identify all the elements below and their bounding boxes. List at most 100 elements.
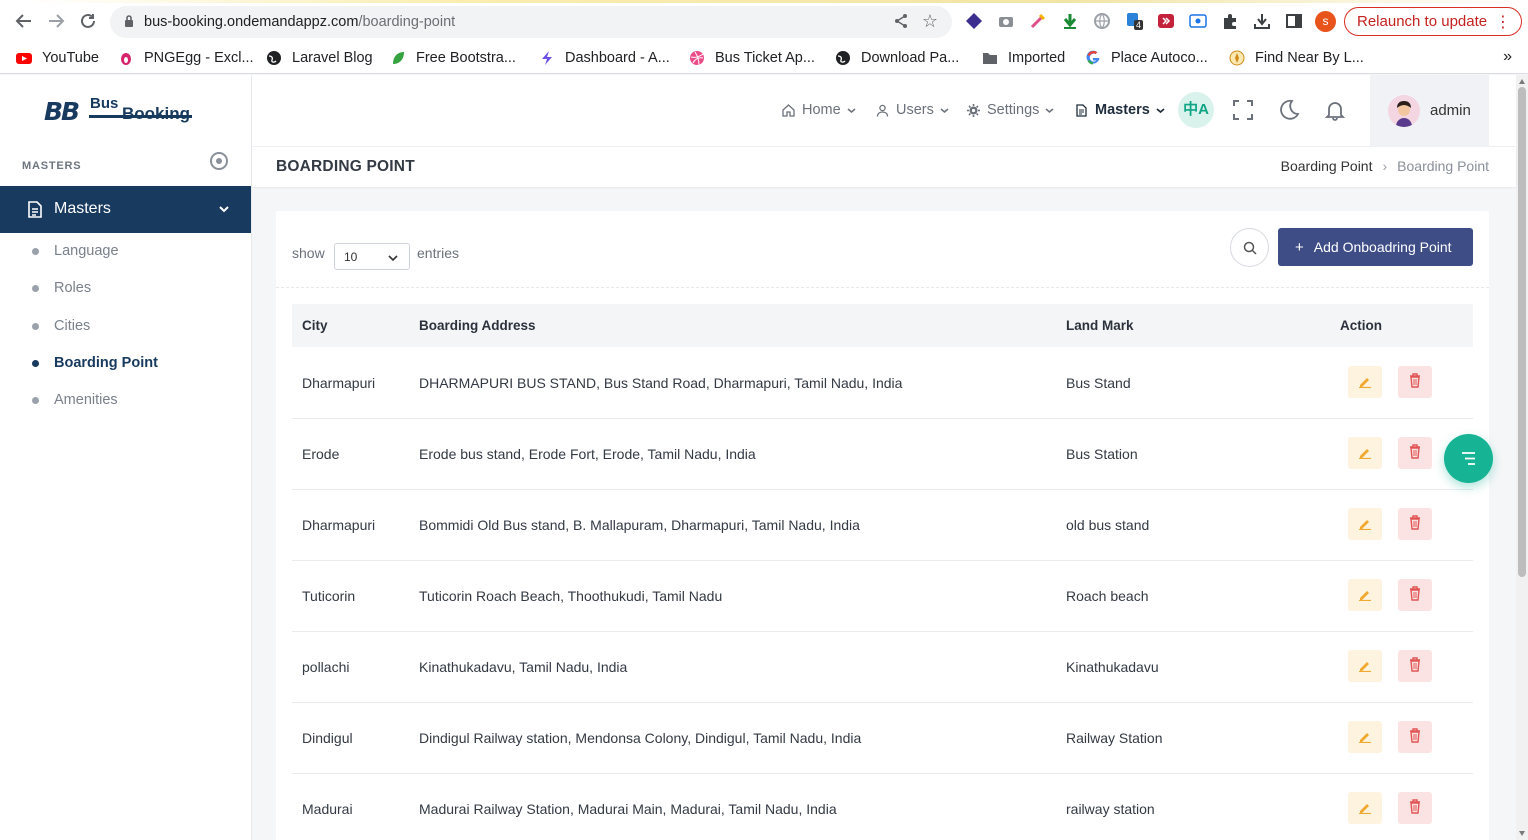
nav-home[interactable]: Home xyxy=(782,102,856,118)
app-logo[interactable]: BB Bus Booking xyxy=(44,95,194,129)
color-picker-icon[interactable] xyxy=(1029,12,1047,30)
pencil-icon xyxy=(1359,804,1371,814)
more-bookmarks-chevron-icon[interactable]: » xyxy=(1503,48,1512,66)
bookmark-bus-ticket[interactable]: Bus Ticket Ap... xyxy=(689,48,815,68)
back-arrow-icon[interactable] xyxy=(12,9,36,33)
cell-city: Dindigul xyxy=(302,730,353,746)
search-button[interactable] xyxy=(1230,228,1269,267)
column-header-city[interactable]: City xyxy=(302,318,328,333)
sidebar-collapse-toggle-icon[interactable] xyxy=(210,152,228,170)
document-icon xyxy=(1076,103,1087,117)
bookmark-label: Laravel Blog xyxy=(292,50,373,66)
cell-city: Dharmapuri xyxy=(302,375,376,391)
relaunch-button[interactable]: Relaunch to update ⋮ xyxy=(1344,7,1522,36)
edit-button[interactable] xyxy=(1348,721,1382,753)
edit-button[interactable] xyxy=(1348,650,1382,682)
url-host: bus-booking.ondemandappz.com xyxy=(144,14,359,30)
delete-button[interactable] xyxy=(1398,792,1432,824)
sidebar-item-cities[interactable]: Cities xyxy=(0,308,251,345)
breadcrumb-link[interactable]: Boarding Point xyxy=(1281,158,1373,174)
delete-button[interactable] xyxy=(1398,366,1432,398)
cell-address: Erode bus stand, Erode Fort, Erode, Tami… xyxy=(419,446,756,462)
extension-badge-icon[interactable]: 4 xyxy=(1125,12,1144,30)
extension-diamond-icon[interactable] xyxy=(965,12,983,30)
puzzle-icon[interactable] xyxy=(1221,12,1239,30)
sidebar-group-masters[interactable]: Masters xyxy=(0,186,251,233)
bookmark-laravel-blog[interactable]: Laravel Blog xyxy=(266,48,373,68)
pencil-icon xyxy=(1359,520,1371,530)
bookmark-label: Find Near By L... xyxy=(1255,50,1364,66)
download-arrow-icon[interactable] xyxy=(1061,12,1079,30)
bookmark-label: Bus Ticket Ap... xyxy=(715,50,815,66)
sidebar-item-label: Amenities xyxy=(54,392,118,408)
youtube-icon xyxy=(16,53,32,64)
translate-button[interactable]: 中A xyxy=(1178,92,1214,128)
nav-masters[interactable]: Masters xyxy=(1075,102,1165,118)
page-load-bar xyxy=(0,0,1528,3)
entries-per-page-select[interactable]: 10 xyxy=(334,243,410,270)
media-play-icon[interactable] xyxy=(1157,12,1175,30)
nav-settings[interactable]: Settings xyxy=(967,102,1054,118)
edit-button[interactable] xyxy=(1348,366,1382,398)
bookmark-place-autocomplete[interactable]: Place Autoco... xyxy=(1085,48,1208,68)
downloads-icon[interactable] xyxy=(1253,12,1271,30)
cell-landmark: Bus Stand xyxy=(1066,375,1131,391)
profile-avatar[interactable]: s xyxy=(1315,11,1336,32)
sidebar-item-language[interactable]: Language xyxy=(0,233,251,270)
sidebar-item-amenities[interactable]: Amenities xyxy=(0,382,251,419)
column-header-landmark[interactable]: Land Mark xyxy=(1066,318,1134,333)
customizer-fab-button[interactable] xyxy=(1444,434,1493,483)
user-icon xyxy=(876,104,889,117)
bookmark-find-near-by[interactable]: Find Near By L... xyxy=(1229,48,1364,68)
edit-button[interactable] xyxy=(1348,579,1382,611)
user-menu[interactable]: admin xyxy=(1370,75,1489,147)
address-bar[interactable]: bus-booking.ondemandappz.com/boarding-po… xyxy=(110,6,952,38)
bookmark-pngegg[interactable]: PNGEgg - Excl... xyxy=(118,48,254,68)
delete-button[interactable] xyxy=(1398,650,1432,682)
dark-mode-moon-icon[interactable] xyxy=(1278,99,1300,121)
fullscreen-icon[interactable] xyxy=(1232,99,1254,121)
scroll-down-arrow-icon[interactable] xyxy=(1519,831,1525,836)
edit-button[interactable] xyxy=(1348,437,1382,469)
column-header-address[interactable]: Boarding Address xyxy=(419,318,536,333)
page-scrollbar[interactable] xyxy=(1516,75,1528,840)
delete-button[interactable] xyxy=(1398,721,1432,753)
relaunch-label: Relaunch to update xyxy=(1357,13,1488,30)
bookmark-star-icon[interactable]: ☆ xyxy=(920,11,940,31)
bookmark-free-bootstrap[interactable]: Free Bootstra... xyxy=(390,48,516,68)
notification-bell-icon[interactable] xyxy=(1324,99,1346,121)
logo-mark: BB xyxy=(44,97,80,126)
delete-button[interactable] xyxy=(1398,579,1432,611)
trash-icon xyxy=(1410,515,1420,530)
delete-button[interactable] xyxy=(1398,437,1432,469)
share-icon[interactable] xyxy=(892,13,910,31)
more-vert-icon[interactable]: ⋮ xyxy=(1495,12,1511,32)
nav-users[interactable]: Users xyxy=(876,102,949,118)
bookmark-dashboard[interactable]: Dashboard - A... xyxy=(539,48,670,68)
app-header: Home Users Settings Masters 中A admin xyxy=(252,75,1516,147)
bookmark-label: Imported xyxy=(1008,50,1066,66)
add-boarding-point-button[interactable]: + Add Onboadring Point xyxy=(1278,228,1473,266)
reload-icon[interactable] xyxy=(76,9,100,33)
trash-icon xyxy=(1410,657,1420,672)
bookmark-imported[interactable]: Imported xyxy=(982,48,1065,68)
side-panel-icon[interactable] xyxy=(1285,12,1303,30)
cell-city: Erode xyxy=(302,446,340,462)
google-icon xyxy=(1086,50,1100,65)
camera-icon[interactable] xyxy=(997,12,1015,30)
sidebar-item-boarding-point[interactable]: Boarding Point xyxy=(0,345,251,382)
scrollbar-thumb[interactable] xyxy=(1518,87,1526,577)
edit-button[interactable] xyxy=(1348,792,1382,824)
scroll-up-arrow-icon[interactable] xyxy=(1519,79,1525,84)
screen-capture-icon[interactable] xyxy=(1189,12,1207,30)
sidebar-item-roles[interactable]: Roles xyxy=(0,270,251,307)
cell-landmark: Roach beach xyxy=(1066,588,1149,604)
bookmark-youtube[interactable]: YouTube xyxy=(16,48,99,68)
cell-landmark: railway station xyxy=(1066,801,1155,817)
bookmark-download[interactable]: Download Pa... xyxy=(835,48,959,68)
pencil-icon xyxy=(1359,449,1371,459)
forward-arrow-icon[interactable] xyxy=(44,9,68,33)
delete-button[interactable] xyxy=(1398,508,1432,540)
vpn-globe-icon[interactable] xyxy=(1093,12,1111,30)
edit-button[interactable] xyxy=(1348,508,1382,540)
